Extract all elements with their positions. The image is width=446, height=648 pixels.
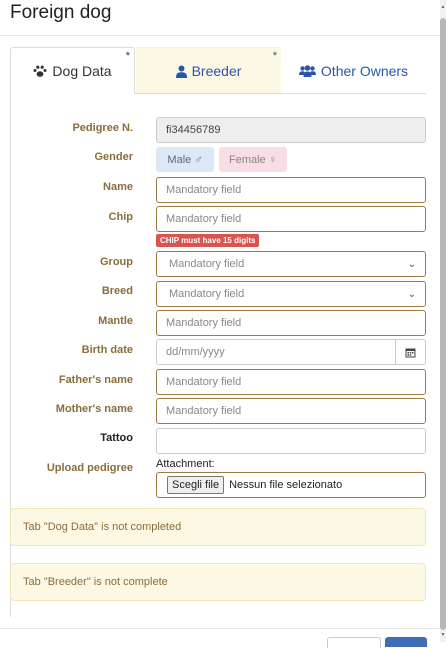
choose-file-button[interactable]: Scegli file: [167, 476, 225, 494]
attachment-label: Attachment:: [156, 458, 215, 470]
female-icon: ♀: [268, 153, 277, 166]
tab-dog-data-label: Dog Data: [52, 63, 112, 79]
tab-bar: Dog Data * Breeder * Other Owners: [10, 47, 426, 94]
pedigree-field: fi34456789: [156, 117, 426, 143]
father-name-field[interactable]: Mandatory field: [156, 369, 426, 395]
scroll-up-icon[interactable]: ▲: [440, 4, 446, 10]
mother-name-label: Mother's name: [55, 403, 133, 415]
name-field[interactable]: Mandatory field: [156, 177, 426, 203]
group-label: Group: [100, 256, 133, 268]
modal-title: Foreign dog: [10, 2, 112, 23]
breed-label: Breed: [101, 285, 133, 297]
required-mark: *: [272, 50, 277, 62]
file-input[interactable]: Scegli file Nessun file selezionato: [156, 472, 426, 498]
tab-other-owners-label: Other Owners: [320, 62, 409, 79]
gender-label: Gender: [94, 151, 133, 163]
tattoo-label: Tattoo: [100, 432, 133, 444]
cancel-button[interactable]: [327, 637, 381, 648]
breed-select-value: Mandatory field: [169, 288, 245, 300]
pedigree-label: Pedigree N.: [72, 122, 133, 134]
user-icon: [175, 65, 187, 78]
file-status: Nessun file selezionato: [229, 479, 343, 491]
paw-icon: [33, 65, 47, 77]
tab-breeder[interactable]: Breeder *: [136, 47, 281, 94]
footer-divider: [0, 628, 440, 629]
upload-pedigree-label: Upload pedigree: [46, 462, 133, 474]
users-icon: [298, 64, 316, 77]
father-name-label: Father's name: [58, 374, 133, 386]
chip-label: Chip: [108, 211, 133, 223]
save-button[interactable]: [385, 637, 427, 647]
calendar-icon: [405, 348, 416, 357]
chip-field[interactable]: Mandatory field: [156, 206, 426, 232]
tattoo-field[interactable]: [156, 428, 426, 454]
chip-error-badge: CHIP must have 15 digits: [156, 234, 260, 247]
tab-other-owners[interactable]: Other Owners: [281, 47, 426, 94]
chevron-down-icon: ⌄: [407, 288, 416, 300]
group-select-value: Mandatory field: [169, 258, 245, 270]
male-label: Male: [167, 153, 192, 166]
birth-date-field[interactable]: dd/mm/yyyy: [156, 339, 396, 365]
breed-select[interactable]: Mandatory field ⌄: [156, 281, 426, 307]
scroll-down-icon[interactable]: ▼: [440, 632, 446, 638]
mantle-field[interactable]: Mandatory field: [156, 310, 426, 336]
name-label: Name: [103, 181, 133, 193]
group-select[interactable]: Mandatory field ⌄: [156, 251, 426, 277]
female-button[interactable]: Female ♀: [219, 147, 287, 172]
header-divider: [0, 35, 440, 36]
chevron-down-icon: ⌄: [407, 258, 416, 270]
birth-date-label: Birth date: [81, 344, 133, 356]
male-icon: ♂: [194, 153, 203, 166]
required-mark: *: [125, 50, 130, 62]
tab-dog-data[interactable]: Dog Data *: [10, 47, 135, 94]
female-label: Female: [229, 153, 266, 166]
breeder-warning: Tab "Breeder" is not complete: [10, 563, 426, 601]
mantle-label: Mantle: [98, 315, 133, 327]
mother-name-field[interactable]: Mandatory field: [156, 398, 426, 424]
male-button[interactable]: Male ♂: [156, 147, 214, 172]
scrollbar-thumb[interactable]: [440, 18, 446, 630]
tab-breeder-label: Breeder: [191, 63, 242, 79]
dog-data-warning: Tab "Dog Data" is not completed: [10, 508, 426, 546]
calendar-button[interactable]: [396, 339, 426, 365]
